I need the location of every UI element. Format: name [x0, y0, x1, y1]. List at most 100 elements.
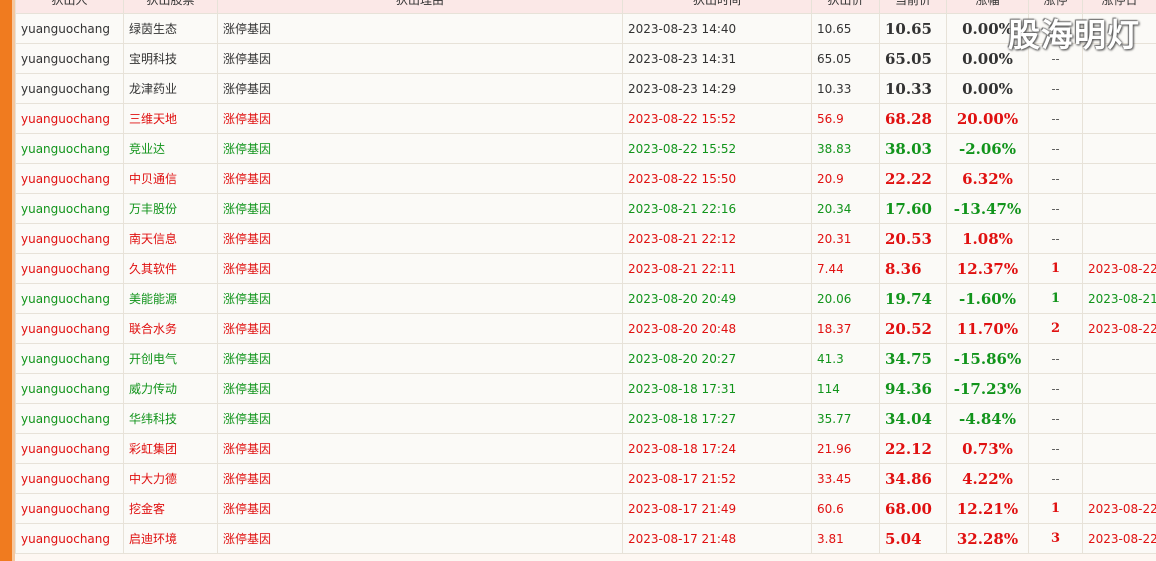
- stock-name-cell[interactable]: 南天信息: [123, 223, 218, 254]
- pick-price-cell: 20.9: [811, 163, 880, 194]
- poster-cell[interactable]: yuanguochang: [15, 343, 124, 374]
- poster-cell[interactable]: yuanguochang: [15, 133, 124, 164]
- column-header[interactable]: 狄出人: [15, 0, 124, 14]
- reason-cell: 涨停基因: [217, 523, 623, 554]
- change-percent-cell: -13.47%: [946, 193, 1029, 224]
- limit-up-date-cell: 2023-08-22: [1082, 493, 1156, 524]
- limit-up-count-cell: --: [1028, 103, 1083, 134]
- table-row[interactable]: yuanguochang 宝明科技 涨停基因 2023-08-23 14:31 65.0…: [15, 43, 1156, 74]
- current-price-cell: 22.12: [879, 433, 947, 464]
- table-row[interactable]: yuanguochang 南天信息 涨停基因 2023-08-21 22:12 20.3…: [15, 223, 1156, 254]
- current-price-cell: 8.36: [879, 253, 947, 284]
- column-header[interactable]: 当前价: [879, 0, 947, 14]
- pick-price-cell: 35.77: [811, 403, 880, 434]
- current-price-cell: 20.52: [879, 313, 947, 344]
- poster-cell[interactable]: yuanguochang: [15, 463, 124, 494]
- stock-name-cell[interactable]: 三维天地: [123, 103, 218, 134]
- poster-cell[interactable]: yuanguochang: [15, 523, 124, 554]
- stock-name-cell[interactable]: 启迪环境: [123, 523, 218, 554]
- stock-name-cell[interactable]: 中贝通信: [123, 163, 218, 194]
- stock-name-cell[interactable]: 开创电气: [123, 343, 218, 374]
- stock-name-cell[interactable]: 中大力德: [123, 463, 218, 494]
- poster-cell[interactable]: yuanguochang: [15, 73, 124, 104]
- limit-up-date-cell: [1082, 193, 1156, 224]
- pick-price-cell: 20.31: [811, 223, 880, 254]
- reason-cell: 涨停基因: [217, 433, 623, 464]
- stock-name-cell[interactable]: 久其软件: [123, 253, 218, 284]
- limit-up-date-cell: 2023-08-22: [1082, 523, 1156, 554]
- limit-up-date-cell: [1082, 133, 1156, 164]
- column-header[interactable]: 狄出股票: [123, 0, 218, 14]
- limit-up-count-cell: --: [1028, 73, 1083, 104]
- current-price-cell: 38.03: [879, 133, 947, 164]
- stock-name-cell[interactable]: 美能能源: [123, 283, 218, 314]
- reason-cell: 涨停基因: [217, 163, 623, 194]
- pick-time-cell: 2023-08-20 20:27: [622, 343, 812, 374]
- poster-cell[interactable]: yuanguochang: [15, 373, 124, 404]
- reason-cell: 涨停基因: [217, 223, 623, 254]
- table-row[interactable]: yuanguochang 挖金客 涨停基因 2023-08-17 21:49 60.6 6…: [15, 493, 1156, 524]
- table-row[interactable]: yuanguochang 威力传动 涨停基因 2023-08-18 17:31 114 9…: [15, 373, 1156, 404]
- table-row[interactable]: yuanguochang 万丰股份 涨停基因 2023-08-21 22:16 20.3…: [15, 193, 1156, 224]
- table-row[interactable]: yuanguochang 久其软件 涨停基因 2023-08-21 22:11 7.44…: [15, 253, 1156, 284]
- poster-cell[interactable]: yuanguochang: [15, 223, 124, 254]
- limit-up-count-cell: --: [1028, 463, 1083, 494]
- column-header[interactable]: 狄出时间: [622, 0, 812, 14]
- table-row[interactable]: yuanguochang 彩虹集团 涨停基因 2023-08-18 17:24 21.9…: [15, 433, 1156, 464]
- pick-price-cell: 60.6: [811, 493, 880, 524]
- table-row[interactable]: yuanguochang 启迪环境 涨停基因 2023-08-17 21:48 3.81…: [15, 523, 1156, 554]
- poster-cell[interactable]: yuanguochang: [15, 163, 124, 194]
- poster-cell[interactable]: yuanguochang: [15, 403, 124, 434]
- pick-price-cell: 33.45: [811, 463, 880, 494]
- column-header[interactable]: 狄出理由: [217, 0, 623, 14]
- poster-cell[interactable]: yuanguochang: [15, 493, 124, 524]
- poster-cell[interactable]: yuanguochang: [15, 433, 124, 464]
- poster-cell[interactable]: yuanguochang: [15, 43, 124, 74]
- pick-price-cell: 20.06: [811, 283, 880, 314]
- limit-up-count-cell: --: [1028, 403, 1083, 434]
- table-row[interactable]: yuanguochang 龙津药业 涨停基因 2023-08-23 14:29 10.3…: [15, 73, 1156, 104]
- pick-time-cell: 2023-08-17 21:48: [622, 523, 812, 554]
- table-row[interactable]: yuanguochang 华纬科技 涨停基因 2023-08-18 17:27 35.7…: [15, 403, 1156, 434]
- stock-name-cell[interactable]: 绿茵生态: [123, 13, 218, 44]
- table-row[interactable]: yuanguochang 美能能源 涨停基因 2023-08-20 20:49 20.0…: [15, 283, 1156, 314]
- stock-name-cell[interactable]: 万丰股份: [123, 193, 218, 224]
- table-row[interactable]: yuanguochang 开创电气 涨停基因 2023-08-20 20:27 41.3…: [15, 343, 1156, 374]
- change-percent-cell: 32.28%: [946, 523, 1029, 554]
- table-row[interactable]: yuanguochang 中贝通信 涨停基因 2023-08-22 15:50 20.9…: [15, 163, 1156, 194]
- column-header[interactable]: 狄出价: [811, 0, 880, 14]
- table-row[interactable]: yuanguochang 竞业达 涨停基因 2023-08-22 15:52 38.83…: [15, 133, 1156, 164]
- stock-name-cell[interactable]: 联合水务: [123, 313, 218, 344]
- stock-name-cell[interactable]: 彩虹集团: [123, 433, 218, 464]
- change-percent-cell: 6.32%: [946, 163, 1029, 194]
- reason-cell: 涨停基因: [217, 193, 623, 224]
- table-row[interactable]: yuanguochang 绿茵生态 涨停基因 2023-08-23 14:40 10.6…: [15, 13, 1156, 44]
- stock-name-cell[interactable]: 龙津药业: [123, 73, 218, 104]
- limit-up-date-cell: [1082, 103, 1156, 134]
- stock-name-cell[interactable]: 华纬科技: [123, 403, 218, 434]
- poster-cell[interactable]: yuanguochang: [15, 253, 124, 284]
- pick-price-cell: 38.83: [811, 133, 880, 164]
- table-row[interactable]: yuanguochang 中大力德 涨停基因 2023-08-17 21:52 33.4…: [15, 463, 1156, 494]
- stock-name-cell[interactable]: 威力传动: [123, 373, 218, 404]
- reason-cell: 涨停基因: [217, 283, 623, 314]
- table-row[interactable]: yuanguochang 三维天地 涨停基因 2023-08-22 15:52 56.9…: [15, 103, 1156, 134]
- poster-cell[interactable]: yuanguochang: [15, 103, 124, 134]
- stock-name-cell[interactable]: 竞业达: [123, 133, 218, 164]
- change-percent-cell: 0.00%: [946, 73, 1029, 104]
- poster-cell[interactable]: yuanguochang: [15, 283, 124, 314]
- stock-name-cell[interactable]: 挖金客: [123, 493, 218, 524]
- poster-cell[interactable]: yuanguochang: [15, 193, 124, 224]
- pick-price-cell: 21.96: [811, 433, 880, 464]
- pick-price-cell: 18.37: [811, 313, 880, 344]
- table-row[interactable]: yuanguochang 联合水务 涨停基因 2023-08-20 20:48 18.3…: [15, 313, 1156, 344]
- change-percent-cell: 1.08%: [946, 223, 1029, 254]
- limit-up-count-cell: --: [1028, 133, 1083, 164]
- current-price-cell: 5.04: [879, 523, 947, 554]
- pick-time-cell: 2023-08-18 17:27: [622, 403, 812, 434]
- limit-up-count-cell: 2: [1028, 313, 1083, 344]
- change-percent-cell: -4.84%: [946, 403, 1029, 434]
- stock-name-cell[interactable]: 宝明科技: [123, 43, 218, 74]
- poster-cell[interactable]: yuanguochang: [15, 313, 124, 344]
- poster-cell[interactable]: yuanguochang: [15, 13, 124, 44]
